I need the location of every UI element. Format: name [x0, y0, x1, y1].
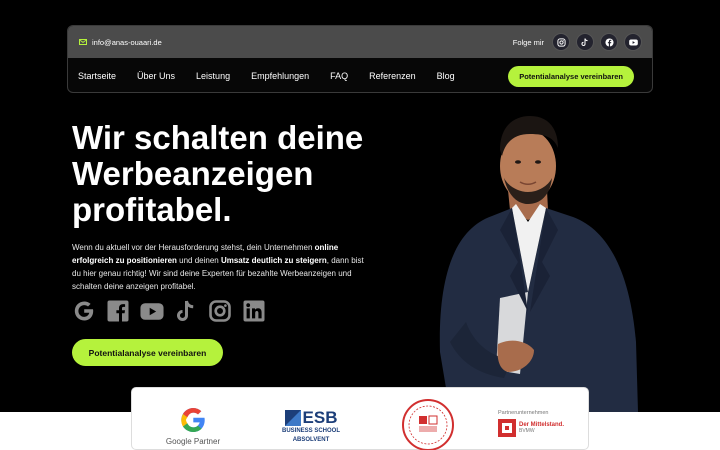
- platform-icons: [72, 299, 266, 323]
- nav-cta-button[interactable]: Potentialanalyse vereinbaren: [508, 65, 634, 87]
- email-link[interactable]: info@anas-ouaari.de: [79, 38, 162, 47]
- mail-icon: [79, 39, 87, 45]
- nav-item-leistung[interactable]: Leistung: [196, 71, 230, 81]
- follow-label: Folge mir: [512, 37, 544, 47]
- partner-google: Google Partner: [160, 406, 226, 446]
- hero-text-part-2: und deinen: [176, 256, 221, 265]
- mittelstand-caption: Partnerunternehmen: [498, 410, 549, 416]
- nav-item-ueber-uns[interactable]: Über Uns: [137, 71, 175, 81]
- facebook-icon[interactable]: [600, 33, 618, 51]
- hero-title-line-3: profitabel.: [72, 191, 232, 228]
- hero-title-line-1: Wir schalten deine: [72, 119, 364, 156]
- site-header: info@anas-ouaari.de Folge mir Startseite…: [67, 25, 653, 93]
- email-text: info@anas-ouaari.de: [92, 37, 162, 47]
- google-partner-label: Google Partner: [165, 437, 221, 446]
- google-icon: [72, 299, 96, 323]
- esb-absolvent: ABSOLVENT: [292, 437, 330, 443]
- facebook-square-icon: [106, 299, 130, 323]
- hero-title-line-2: Werbeanzeigen: [72, 155, 314, 192]
- linkedin-icon: [242, 299, 266, 323]
- youtube-play-icon: [140, 299, 164, 323]
- esb-name: ESB: [302, 408, 338, 427]
- youtube-icon[interactable]: [624, 33, 642, 51]
- mittelstand-sub: BVMW: [519, 428, 535, 434]
- nav-item-referenzen[interactable]: Referenzen: [369, 71, 416, 81]
- google-logo-icon: [181, 408, 205, 432]
- main-nav: Startseite Über Uns Leistung Empfehlunge…: [68, 58, 652, 92]
- hero-text-part-1: Wenn du aktuell vor der Herausforderung …: [72, 243, 315, 252]
- esb-subtitle: BUSINESS SCHOOL: [281, 428, 340, 434]
- hero-description: Wenn du aktuell vor der Herausforderung …: [72, 241, 368, 293]
- social-links: Folge mir: [513, 33, 642, 51]
- hero-text-bold-2: Umsatz deutlich zu steigern: [220, 256, 327, 265]
- hero-cta-button[interactable]: Potentialanalyse vereinbaren: [72, 339, 223, 366]
- portrait-image: [439, 116, 638, 412]
- partners-card: Google Partner ESB BUSINESS SCHOOL ABSOL…: [131, 387, 589, 450]
- mittelstand-logo: Der Mittelstand. BVMW: [498, 419, 564, 437]
- topbar: info@anas-ouaari.de Folge mir: [68, 26, 652, 58]
- esb-logo: ESB: [284, 408, 338, 427]
- partner-mittelstand: Partnerunternehmen Der Mittelstand. BVMW: [498, 410, 564, 437]
- hero-title: Wir schalten deine Werbeanzeigen profita…: [72, 120, 402, 228]
- mittelstand-emblem-icon: [498, 419, 516, 437]
- instagram-icon[interactable]: [552, 33, 570, 51]
- instagram-logo-icon: [208, 299, 232, 323]
- tiktok-icon[interactable]: [576, 33, 594, 51]
- nav-item-faq[interactable]: FAQ: [330, 71, 348, 81]
- partner-seal: [400, 398, 456, 450]
- nav-item-startseite[interactable]: Startseite: [78, 71, 116, 81]
- tiktok-logo-icon: [174, 299, 198, 323]
- esb-emblem-icon: [284, 410, 301, 426]
- certification-seal-icon: [402, 399, 454, 450]
- nav-item-empfehlungen[interactable]: Empfehlungen: [251, 71, 309, 81]
- nav-item-blog[interactable]: Blog: [437, 71, 455, 81]
- partner-esb: ESB BUSINESS SCHOOL ABSOLVENT: [280, 408, 342, 443]
